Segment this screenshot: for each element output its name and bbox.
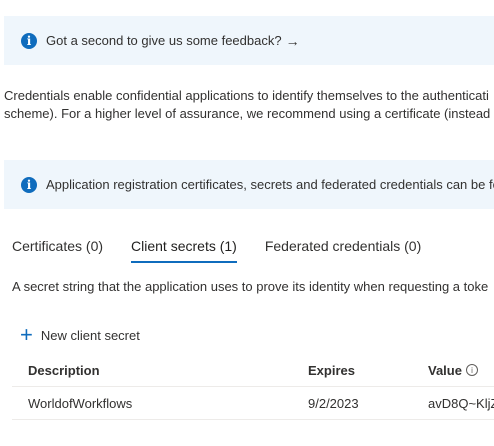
description-line-2: scheme). For a higher level of assurance… [4,106,494,121]
info-icon: i [21,176,37,193]
secret-expires-cell: 9/2/2023 [308,395,359,411]
credentials-tabs: Certificates (0) Client secrets (1) Fede… [12,238,449,263]
registration-info-text: Application registration certificates, s… [46,177,494,192]
column-header-description[interactable]: Description [28,354,100,386]
arrow-right-icon[interactable]: → [286,33,300,49]
tab-client-secrets[interactable]: Client secrets (1) [131,238,237,263]
info-icon: i [21,32,37,49]
registration-info-banner: i Application registration certificates,… [4,160,494,209]
feedback-banner[interactable]: i Got a second to give us some feedback?… [4,16,494,65]
new-client-secret-button[interactable]: + New client secret [20,324,140,346]
client-secret-description: A secret string that the application use… [12,279,489,294]
column-header-value[interactable]: Value i [428,354,478,386]
secret-description-cell: WorldofWorkflows [28,395,133,411]
column-header-expires[interactable]: Expires [308,354,355,386]
description-line-1: Credentials enable confidential applicat… [4,88,489,103]
new-client-secret-label: New client secret [40,327,140,343]
column-header-value-label: Value [428,362,462,378]
tab-federated-credentials[interactable]: Federated credentials (0) [265,238,421,263]
table-row[interactable]: WorldofWorkflows 9/2/2023 avD8Q~KljZ [12,387,494,420]
client-secrets-table: Description Expires Value i WorldofWorkf… [12,354,494,420]
credentials-page: i Got a second to give us some feedback?… [0,0,494,446]
feedback-text[interactable]: Got a second to give us some feedback? [46,33,282,48]
plus-icon: + [20,322,33,347]
tab-certificates[interactable]: Certificates (0) [12,238,103,263]
table-header-row: Description Expires Value i [12,354,494,387]
secret-value-cell[interactable]: avD8Q~KljZ [428,387,494,419]
credentials-description: Credentials enable confidential applicat… [4,87,494,123]
info-icon[interactable]: i [465,364,478,376]
